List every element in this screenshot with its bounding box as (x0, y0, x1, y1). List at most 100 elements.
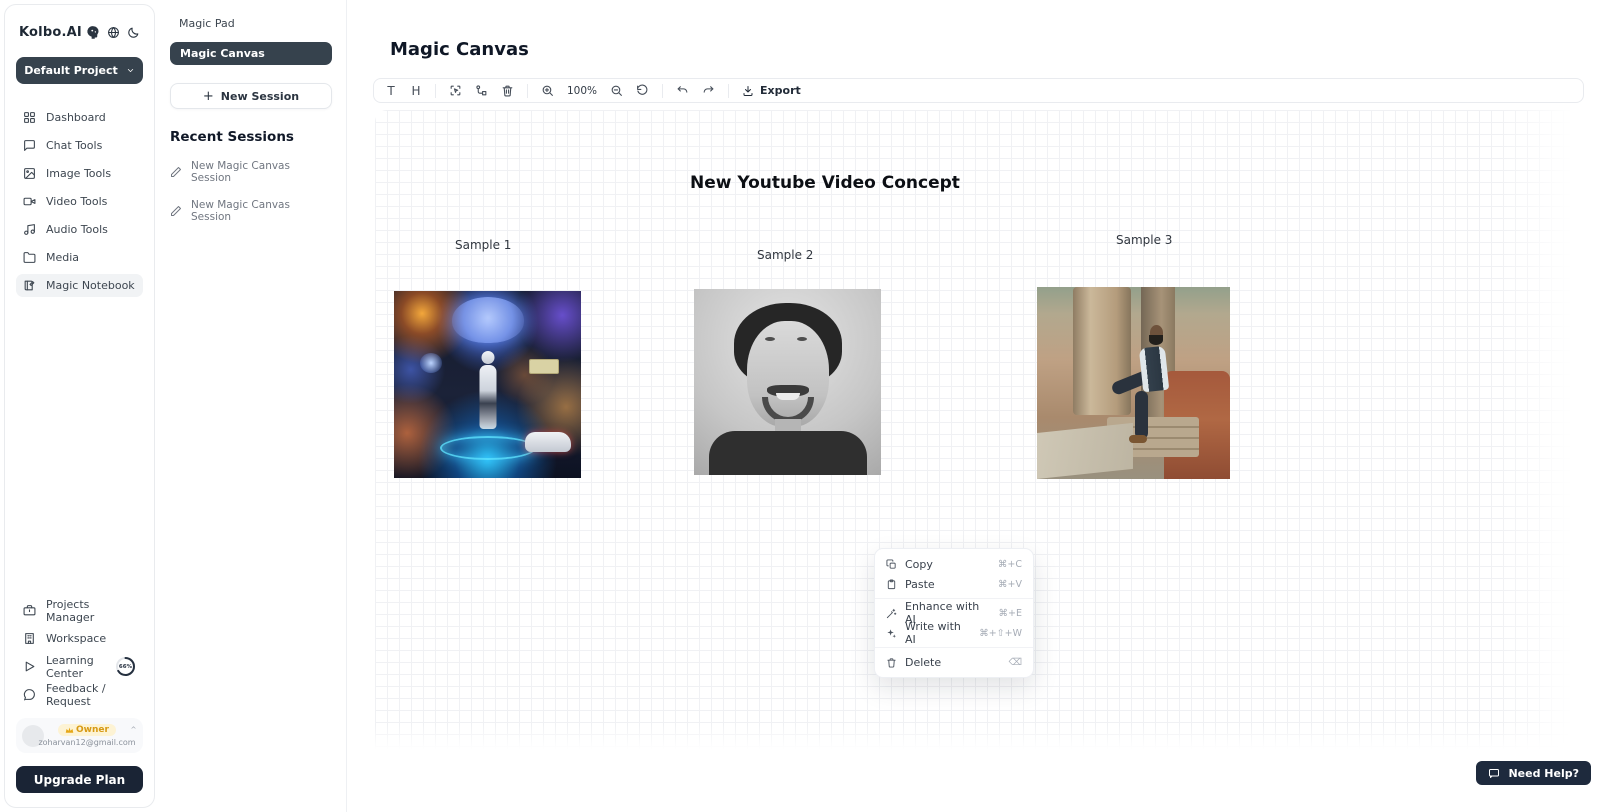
ruins-path-graphic (1037, 423, 1133, 479)
context-menu-divider (875, 598, 1033, 599)
reset-view-button[interactable] (636, 84, 649, 97)
sidebar-item-label: Feedback / Request (46, 682, 136, 708)
magic-pad-label: Magic Pad (179, 17, 235, 30)
recent-session-label: New Magic Canvas Session (191, 199, 332, 223)
sidebar-item-label: Media (46, 251, 79, 264)
context-menu-copy[interactable]: Copy ⌘+C (875, 554, 1033, 574)
context-menu-delete[interactable]: Delete ⌫ (875, 652, 1033, 672)
connector-tool-button[interactable] (475, 84, 488, 97)
ai-robot-body-graphic (479, 365, 496, 429)
sidebar: Kolbo.AI Default Project (4, 4, 155, 808)
music-note-icon (23, 223, 36, 236)
export-button[interactable]: Export (742, 84, 801, 97)
redo-button[interactable] (702, 84, 715, 97)
man-leg-graphic (1135, 391, 1148, 439)
heading-tool-button[interactable]: H (410, 84, 422, 98)
recent-session-item[interactable]: New Magic Canvas Session (170, 160, 332, 184)
ai-robot-graphic (481, 351, 494, 364)
canvas-workspace[interactable]: New Youtube Video Concept Sample 1 Sampl… (375, 110, 1584, 750)
new-session-button[interactable]: + New Session (170, 83, 332, 109)
sample-3-image[interactable] (1037, 287, 1230, 479)
context-menu: Copy ⌘+C Paste ⌘+V Enhance with AI ⌘+E (874, 548, 1034, 678)
sidebar-item-label: Workspace (46, 632, 106, 645)
canvas-toolbar: T H 100% (373, 78, 1584, 103)
trash-icon (886, 657, 897, 668)
context-menu-shortcut: ⌫ (1009, 657, 1022, 668)
user-email: zoharvan12@gmail.com (38, 738, 135, 747)
chevron-down-icon (126, 66, 135, 75)
upgrade-plan-button[interactable]: Upgrade Plan (16, 766, 143, 793)
sample-1-image[interactable] (394, 291, 581, 478)
learning-progress-value: 66% (115, 656, 136, 677)
brand: Kolbo.AI (19, 25, 101, 40)
sidebar-item-audio-tools[interactable]: Audio Tools (16, 218, 143, 241)
need-help-label: Need Help? (1508, 767, 1579, 780)
zoom-out-button[interactable] (610, 84, 623, 97)
building-icon (23, 632, 36, 645)
sidebar-item-label: Projects Manager (46, 598, 136, 624)
sidebar-item-label: Audio Tools (46, 223, 108, 236)
sidebar-item-chat-tools[interactable]: Chat Tools (16, 134, 143, 157)
magic-canvas-label: Magic Canvas (180, 47, 265, 60)
dark-mode-moon-icon[interactable] (127, 26, 140, 39)
zoom-level-value[interactable]: 100% (567, 85, 597, 97)
sidebar-item-label: Dashboard (46, 111, 106, 124)
toolbar-divider (435, 84, 436, 98)
sidebar-item-video-tools[interactable]: Video Tools (16, 190, 143, 213)
sessions-item-magic-pad[interactable]: Magic Pad (170, 14, 332, 42)
sidebar-item-dashboard[interactable]: Dashboard (16, 106, 143, 129)
project-selector[interactable]: Default Project (16, 57, 143, 84)
ai-money-graphic (529, 359, 559, 374)
sample-1-label[interactable]: Sample 1 (455, 238, 511, 252)
ai-platform-graphic (440, 436, 536, 460)
chevron-up-icon (130, 724, 137, 731)
recent-sessions-heading: Recent Sessions (170, 129, 332, 145)
sample-3-label[interactable]: Sample 3 (1116, 233, 1172, 247)
sidebar-item-media[interactable]: Media (16, 246, 143, 269)
context-menu-shortcut: ⌘+E (999, 608, 1022, 619)
sparkles-icon (886, 628, 897, 639)
ai-head-icon (86, 25, 101, 40)
man-shoe-graphic (1129, 435, 1147, 443)
select-tool-button[interactable] (449, 84, 462, 97)
sample-2-image[interactable] (694, 289, 881, 475)
delete-tool-button[interactable] (501, 84, 514, 97)
sidebar-item-image-tools[interactable]: Image Tools (16, 162, 143, 185)
recent-session-label: New Magic Canvas Session (191, 160, 332, 184)
sidebar-item-feedback[interactable]: Feedback / Request (16, 683, 143, 706)
sidebar-item-workspace[interactable]: Workspace (16, 627, 143, 650)
sidebar-spacer (16, 297, 143, 577)
sidebar-footer-nav: Projects Manager Workspace Learning Cent… (16, 599, 143, 706)
canvas-heading-text[interactable]: New Youtube Video Concept (690, 173, 960, 193)
sidebar-item-projects-manager[interactable]: Projects Manager (16, 599, 143, 622)
context-menu-label: Copy (905, 558, 933, 571)
user-card[interactable]: Owner zoharvan12@gmail.com (16, 718, 143, 753)
text-tool-button[interactable]: T (385, 84, 397, 98)
upgrade-plan-label: Upgrade Plan (34, 773, 125, 787)
globe-icon[interactable] (107, 26, 120, 39)
undo-button[interactable] (676, 84, 689, 97)
app-root: Kolbo.AI Default Project (0, 0, 1600, 812)
clipboard-icon (886, 579, 897, 590)
sidebar-item-magic-notebook[interactable]: Magic Notebook (16, 274, 143, 297)
sidebar-nav: Dashboard Chat Tools Image Tools Video T… (16, 106, 143, 297)
sample-2-label[interactable]: Sample 2 (757, 248, 813, 262)
sessions-item-magic-canvas[interactable]: Magic Canvas (170, 42, 332, 65)
user-info: Owner zoharvan12@gmail.com (50, 724, 124, 747)
plus-icon: + (203, 89, 214, 104)
sidebar-item-learning-center[interactable]: Learning Center 66% (16, 655, 143, 678)
context-menu-write-with-ai[interactable]: Write with AI ⌘+⇧+W (875, 623, 1033, 643)
zoom-in-button[interactable] (541, 84, 554, 97)
ai-heart-graphic (420, 353, 442, 373)
ruins-pillar-graphic (1073, 287, 1131, 415)
man-beard-graphic (1149, 335, 1163, 345)
export-label: Export (760, 84, 801, 97)
need-help-button[interactable]: Need Help? (1476, 761, 1591, 785)
recent-session-item[interactable]: New Magic Canvas Session (170, 199, 332, 223)
context-menu-paste[interactable]: Paste ⌘+V (875, 574, 1033, 594)
sessions-panel: Magic Pad Magic Canvas + New Session Rec… (156, 0, 347, 812)
brand-name: Kolbo.AI (19, 25, 82, 40)
play-icon (23, 660, 36, 673)
image-icon (23, 167, 36, 180)
crown-icon (65, 726, 74, 735)
